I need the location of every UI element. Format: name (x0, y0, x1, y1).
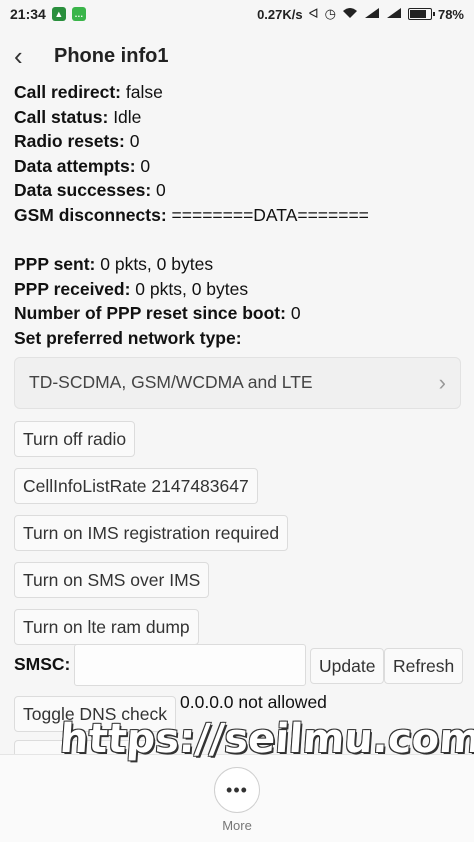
update-button[interactable]: Update (310, 648, 385, 684)
smsc-input[interactable] (74, 644, 306, 686)
toggle-dns-check-button[interactable]: Toggle DNS check (14, 696, 176, 732)
status-bar-left: 21:34 ▲ … (10, 6, 86, 22)
network-type-value: TD-SCDMA, GSM/WCDMA and LTE (29, 372, 313, 393)
chat-icon: … (71, 7, 86, 21)
network-type-spinner[interactable]: TD-SCDMA, GSM/WCDMA and LTE › (14, 356, 461, 409)
info-row-call-redirect: Call redirect: false (14, 80, 464, 105)
ims-registration-button[interactable]: Turn on IMS registration required (14, 514, 289, 551)
alarm-icon: ◷ (324, 6, 336, 21)
network-type-label-text: Set preferred network type: (14, 327, 242, 348)
info-value: Idle (108, 106, 142, 127)
lte-ram-dump-button[interactable]: Turn on lte ram dump (14, 608, 199, 645)
info-row-data-successes: Data successes: 0 (14, 178, 464, 203)
chevron-right-icon: › (438, 369, 446, 395)
info-value: 0 (135, 155, 151, 176)
status-time: 21:34 (10, 6, 46, 22)
status-bar-right: 0.27K/s ᐊ ◷ 78% (257, 6, 464, 22)
shield-icon: ▲ (51, 7, 66, 21)
more-label[interactable]: More (0, 818, 474, 833)
more-dots-icon[interactable]: ••• (214, 767, 260, 813)
refresh-button[interactable]: Refresh (384, 648, 464, 684)
info-row-gsm-disconnects: GSM disconnects: ========DATA======= (14, 203, 464, 228)
cellinfo-list-rate-button[interactable]: CellInfoListRate 2147483647 (14, 467, 258, 504)
bluetooth-icon: ᐊ (308, 6, 319, 21)
info-label: Call status: (14, 106, 109, 127)
status-bar: 21:34 ▲ … 0.27K/s ᐊ ◷ 78% (0, 0, 474, 28)
info-value: 0 (151, 180, 166, 201)
info-row-ppp-resets: Number of PPP reset since boot: 0 (14, 301, 464, 326)
info-row-ppp-sent: PPP sent: 0 pkts, 0 bytes (14, 252, 464, 277)
network-type-label: Set preferred network type: (14, 326, 464, 351)
info-value: 0 pkts, 0 bytes (130, 278, 249, 299)
sms-over-ims-button[interactable]: Turn on SMS over IMS (14, 561, 210, 598)
network-speed: 0.27K/s (257, 6, 303, 22)
info-label: Call redirect: (14, 82, 121, 102)
smsc-label: SMSC: (14, 654, 71, 674)
info-label: Data attempts: (14, 155, 136, 176)
phone-info-content[interactable]: Call redirect: false Call status: Idle R… (14, 80, 464, 645)
app-bar: ‹ Phone info1 (0, 28, 474, 84)
info-value: ========DATA======= (166, 204, 369, 225)
info-value: 0 (285, 303, 301, 324)
info-row-ppp-received: PPP received: 0 pkts, 0 bytes (14, 277, 464, 302)
info-value: 0 pkts, 0 bytes (95, 254, 214, 275)
signal-icon (386, 7, 402, 22)
info-value: false (120, 82, 163, 102)
info-label: GSM disconnects: (14, 204, 167, 225)
info-label: Data successes: (14, 180, 152, 201)
smsc-row: SMSC: Update Refresh (14, 644, 464, 686)
battery-percent: 78% (437, 6, 464, 22)
info-value: 0 (124, 131, 140, 152)
turn-off-radio-button[interactable]: Turn off radio (14, 420, 136, 457)
battery-fill (409, 10, 426, 18)
info-label: PPP received: (14, 278, 131, 299)
info-row-call-status: Call status: Idle (14, 105, 464, 130)
chevron-left-icon[interactable]: ‹ (14, 41, 42, 72)
info-label: Number of PPP reset since boot: (14, 303, 286, 324)
bottom-action-bar: ••• More (0, 754, 474, 842)
page-title: Phone info1 (54, 44, 169, 67)
wifi-icon (342, 7, 358, 22)
signal-icon (364, 7, 380, 22)
info-label: Radio resets: (14, 131, 125, 152)
info-label: PPP sent: (14, 254, 96, 275)
dns-row: Toggle DNS check 0.0.0.0 not allowed (14, 692, 464, 736)
dns-status: 0.0.0.0 not allowed (180, 692, 327, 712)
battery-icon (407, 8, 435, 20)
info-row-data-attempts: Data attempts: 0 (14, 154, 464, 179)
info-row-radio-resets: Radio resets: 0 (14, 129, 464, 154)
